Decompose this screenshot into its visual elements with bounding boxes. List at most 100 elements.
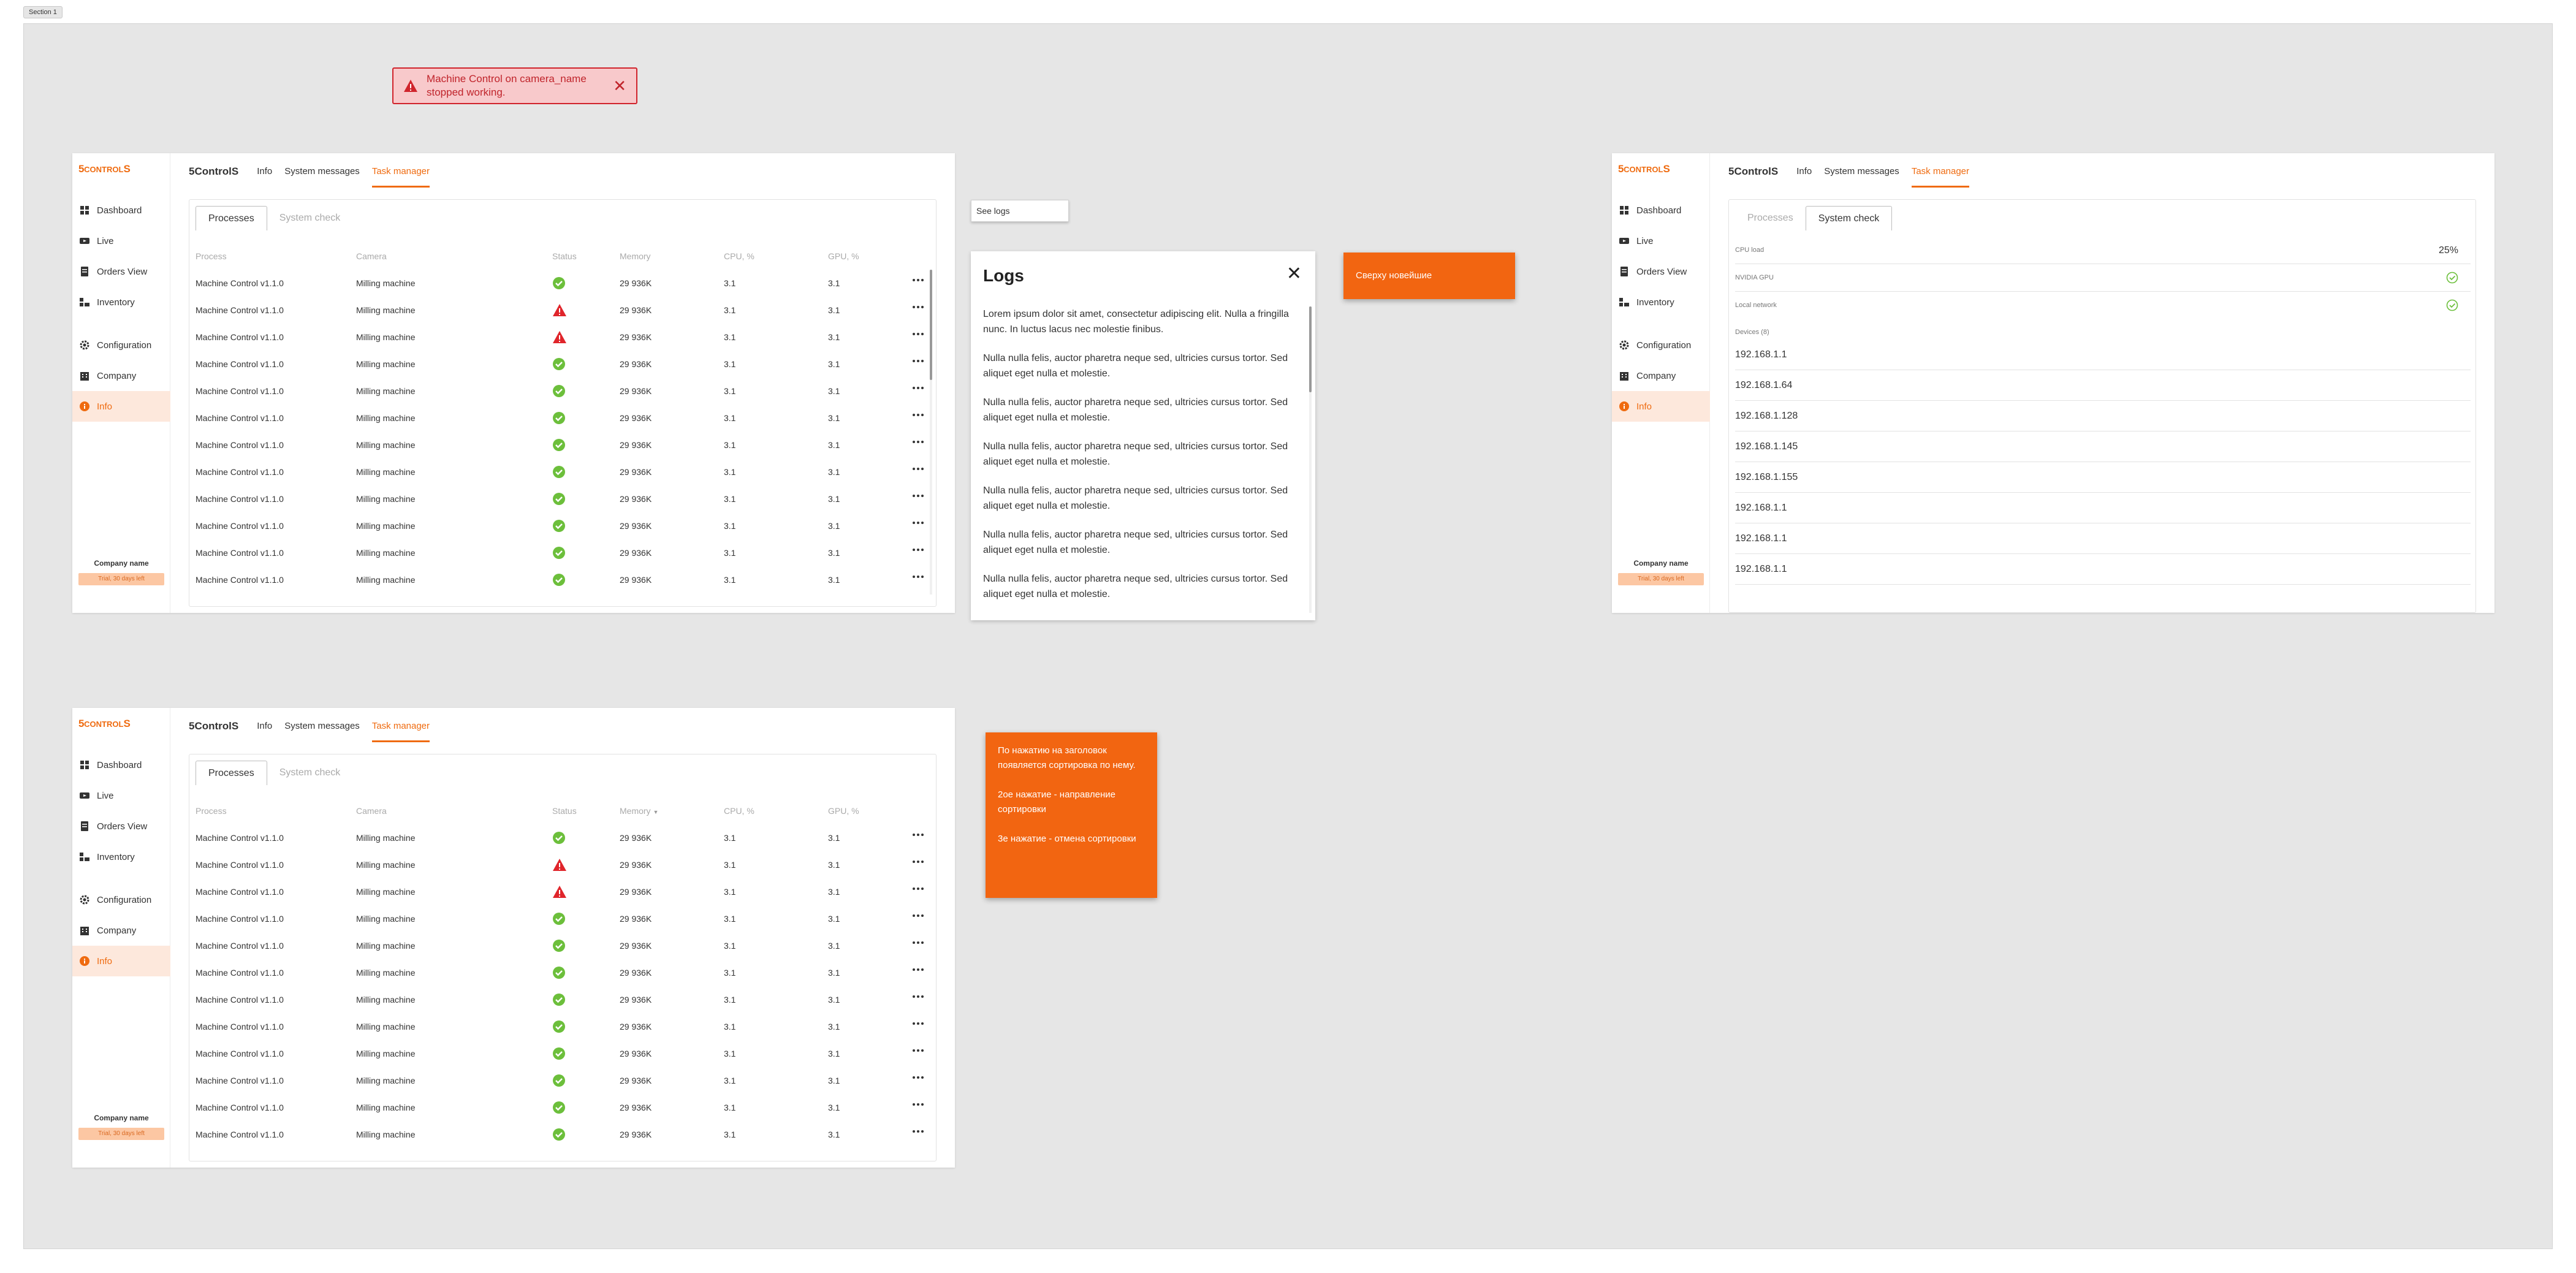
table-row[interactable]: Machine Control v1.1.0 Milling machine 29 … [189,851,936,878]
subtab-processes[interactable]: Processes [1735,206,1806,230]
more-icon[interactable] [913,861,924,863]
more-icon[interactable] [913,279,924,281]
sidebar-item-company[interactable]: Company [1612,360,1710,391]
table-row[interactable]: Machine Control v1.1.0 Milling machine 29 … [189,566,936,593]
sidebar-item-live[interactable]: Live [1612,226,1710,256]
column-header[interactable]: CPU, % [724,243,754,270]
see-logs-menu-item[interactable]: See logs [971,200,1069,222]
more-icon[interactable] [913,549,924,551]
device-row[interactable]: 192.168.1.145 [1735,431,2471,462]
tab-info[interactable]: Info [1796,153,1812,190]
sidebar-item-info[interactable]: Info [72,391,170,422]
column-header[interactable]: Process [196,797,227,824]
sidebar-item-dashboard[interactable]: Dashboard [72,195,170,226]
table-row[interactable]: Machine Control v1.1.0 Milling machine 29 … [189,1121,936,1148]
column-header[interactable]: GPU, % [828,243,859,270]
more-icon[interactable] [913,887,924,890]
column-header[interactable]: Status [552,243,577,270]
table-row[interactable]: Machine Control v1.1.0 Milling machine 29 … [189,378,936,405]
tab-system-messages[interactable]: System messages [1824,153,1899,190]
more-icon[interactable] [913,914,924,917]
column-header[interactable]: GPU, % [828,797,859,824]
sidebar-item-company[interactable]: Company [72,915,170,946]
table-row[interactable]: Machine Control v1.1.0 Milling machine 29 … [189,1040,936,1067]
device-row[interactable]: 192.168.1.64 [1735,370,2471,401]
table-scroll-thumb[interactable] [930,270,932,380]
table-row[interactable]: Machine Control v1.1.0 Milling machine 29 … [189,932,936,959]
table-row[interactable]: Machine Control v1.1.0 Milling machine 29 … [189,1013,936,1040]
subtab-system-check[interactable]: System check [267,206,353,230]
column-header[interactable]: Status [552,797,577,824]
more-icon[interactable] [913,1049,924,1052]
table-row[interactable]: Machine Control v1.1.0 Milling machine 29 … [189,324,936,351]
table-row[interactable]: Machine Control v1.1.0 Milling machine 29 … [189,485,936,512]
table-row[interactable]: Machine Control v1.1.0 Milling machine 29 … [189,458,936,485]
more-icon[interactable] [913,360,924,362]
column-header[interactable]: CPU, % [724,797,754,824]
more-icon[interactable] [913,576,924,578]
more-icon[interactable] [913,834,924,836]
column-header[interactable]: Memory [620,243,651,270]
tab-task-manager[interactable]: Task manager [371,708,430,745]
sidebar-item-dashboard[interactable]: Dashboard [1612,195,1710,226]
sidebar-item-live[interactable]: Live [72,780,170,811]
more-icon[interactable] [913,1022,924,1025]
sidebar-item-inventory[interactable]: Inventory [1612,287,1710,317]
device-row[interactable]: 192.168.1.128 [1735,401,2471,431]
table-row[interactable]: Machine Control v1.1.0 Milling machine 29 … [189,959,936,986]
tab-info[interactable]: Info [257,708,272,745]
logo[interactable]: 5CONTROLS [1618,163,1670,175]
subtab-system-check[interactable]: System check [1805,206,1893,230]
table-row[interactable]: Machine Control v1.1.0 Milling machine 29 … [189,878,936,905]
logo[interactable]: 5CONTROLS [78,718,131,730]
tab-task-manager[interactable]: Task manager [1911,153,1970,190]
more-icon[interactable] [913,968,924,971]
table-row[interactable]: Machine Control v1.1.0 Milling machine 29 … [189,405,936,431]
more-icon[interactable] [913,495,924,497]
logs-scroll-thumb[interactable] [1309,306,1312,392]
table-row[interactable]: Machine Control v1.1.0 Milling machine 29 … [189,270,936,297]
table-row[interactable]: Machine Control v1.1.0 Milling machine 29 … [189,824,936,851]
column-header[interactable]: Memory ▼ [620,797,658,824]
table-row[interactable]: Machine Control v1.1.0 Milling machine 29 … [189,1067,936,1094]
sidebar-item-live[interactable]: Live [72,226,170,256]
logo[interactable]: 5CONTROLS [78,163,131,175]
sidebar-item-inventory[interactable]: Inventory [72,287,170,317]
tab-system-messages[interactable]: System messages [284,153,360,190]
sidebar-item-orders-view[interactable]: Orders View [72,811,170,842]
table-row[interactable]: Machine Control v1.1.0 Milling machine 29 … [189,351,936,378]
device-row[interactable]: 192.168.1.1 [1735,554,2471,585]
more-icon[interactable] [913,1103,924,1106]
sidebar-item-info[interactable]: Info [1612,391,1710,422]
table-row[interactable]: Machine Control v1.1.0 Milling machine 29 … [189,431,936,458]
more-icon[interactable] [913,468,924,470]
trial-badge[interactable]: Trial, 30 days left [78,573,164,585]
more-icon[interactable] [913,333,924,335]
table-row[interactable]: Machine Control v1.1.0 Milling machine 29 … [189,986,936,1013]
device-row[interactable]: 192.168.1.155 [1735,462,2471,493]
more-icon[interactable] [913,414,924,416]
column-header[interactable]: Camera [356,797,387,824]
table-row[interactable]: Machine Control v1.1.0 Milling machine 29 … [189,905,936,932]
subtab-processes[interactable]: Processes [196,206,267,230]
sidebar-item-orders-view[interactable]: Orders View [1612,256,1710,287]
sidebar-item-dashboard[interactable]: Dashboard [72,750,170,780]
tab-task-manager[interactable]: Task manager [371,153,430,190]
trial-badge[interactable]: Trial, 30 days left [78,1128,164,1140]
table-row[interactable]: Machine Control v1.1.0 Milling machine 29 … [189,297,936,324]
more-icon[interactable] [913,306,924,308]
more-icon[interactable] [913,1130,924,1133]
table-row[interactable]: Machine Control v1.1.0 Milling machine 29 … [189,539,936,566]
tab-system-messages[interactable]: System messages [284,708,360,745]
sidebar-item-configuration[interactable]: Configuration [72,884,170,915]
sidebar-item-info[interactable]: Info [72,946,170,976]
device-row[interactable]: 192.168.1.1 [1735,340,2471,370]
device-row[interactable]: 192.168.1.1 [1735,493,2471,523]
device-row[interactable]: 192.168.1.1 [1735,523,2471,554]
sidebar-item-configuration[interactable]: Configuration [1612,330,1710,360]
sidebar-item-company[interactable]: Company [72,360,170,391]
subtab-processes[interactable]: Processes [196,761,267,785]
sidebar-item-configuration[interactable]: Configuration [72,330,170,360]
sidebar-item-orders-view[interactable]: Orders View [72,256,170,287]
sidebar-item-inventory[interactable]: Inventory [72,842,170,872]
